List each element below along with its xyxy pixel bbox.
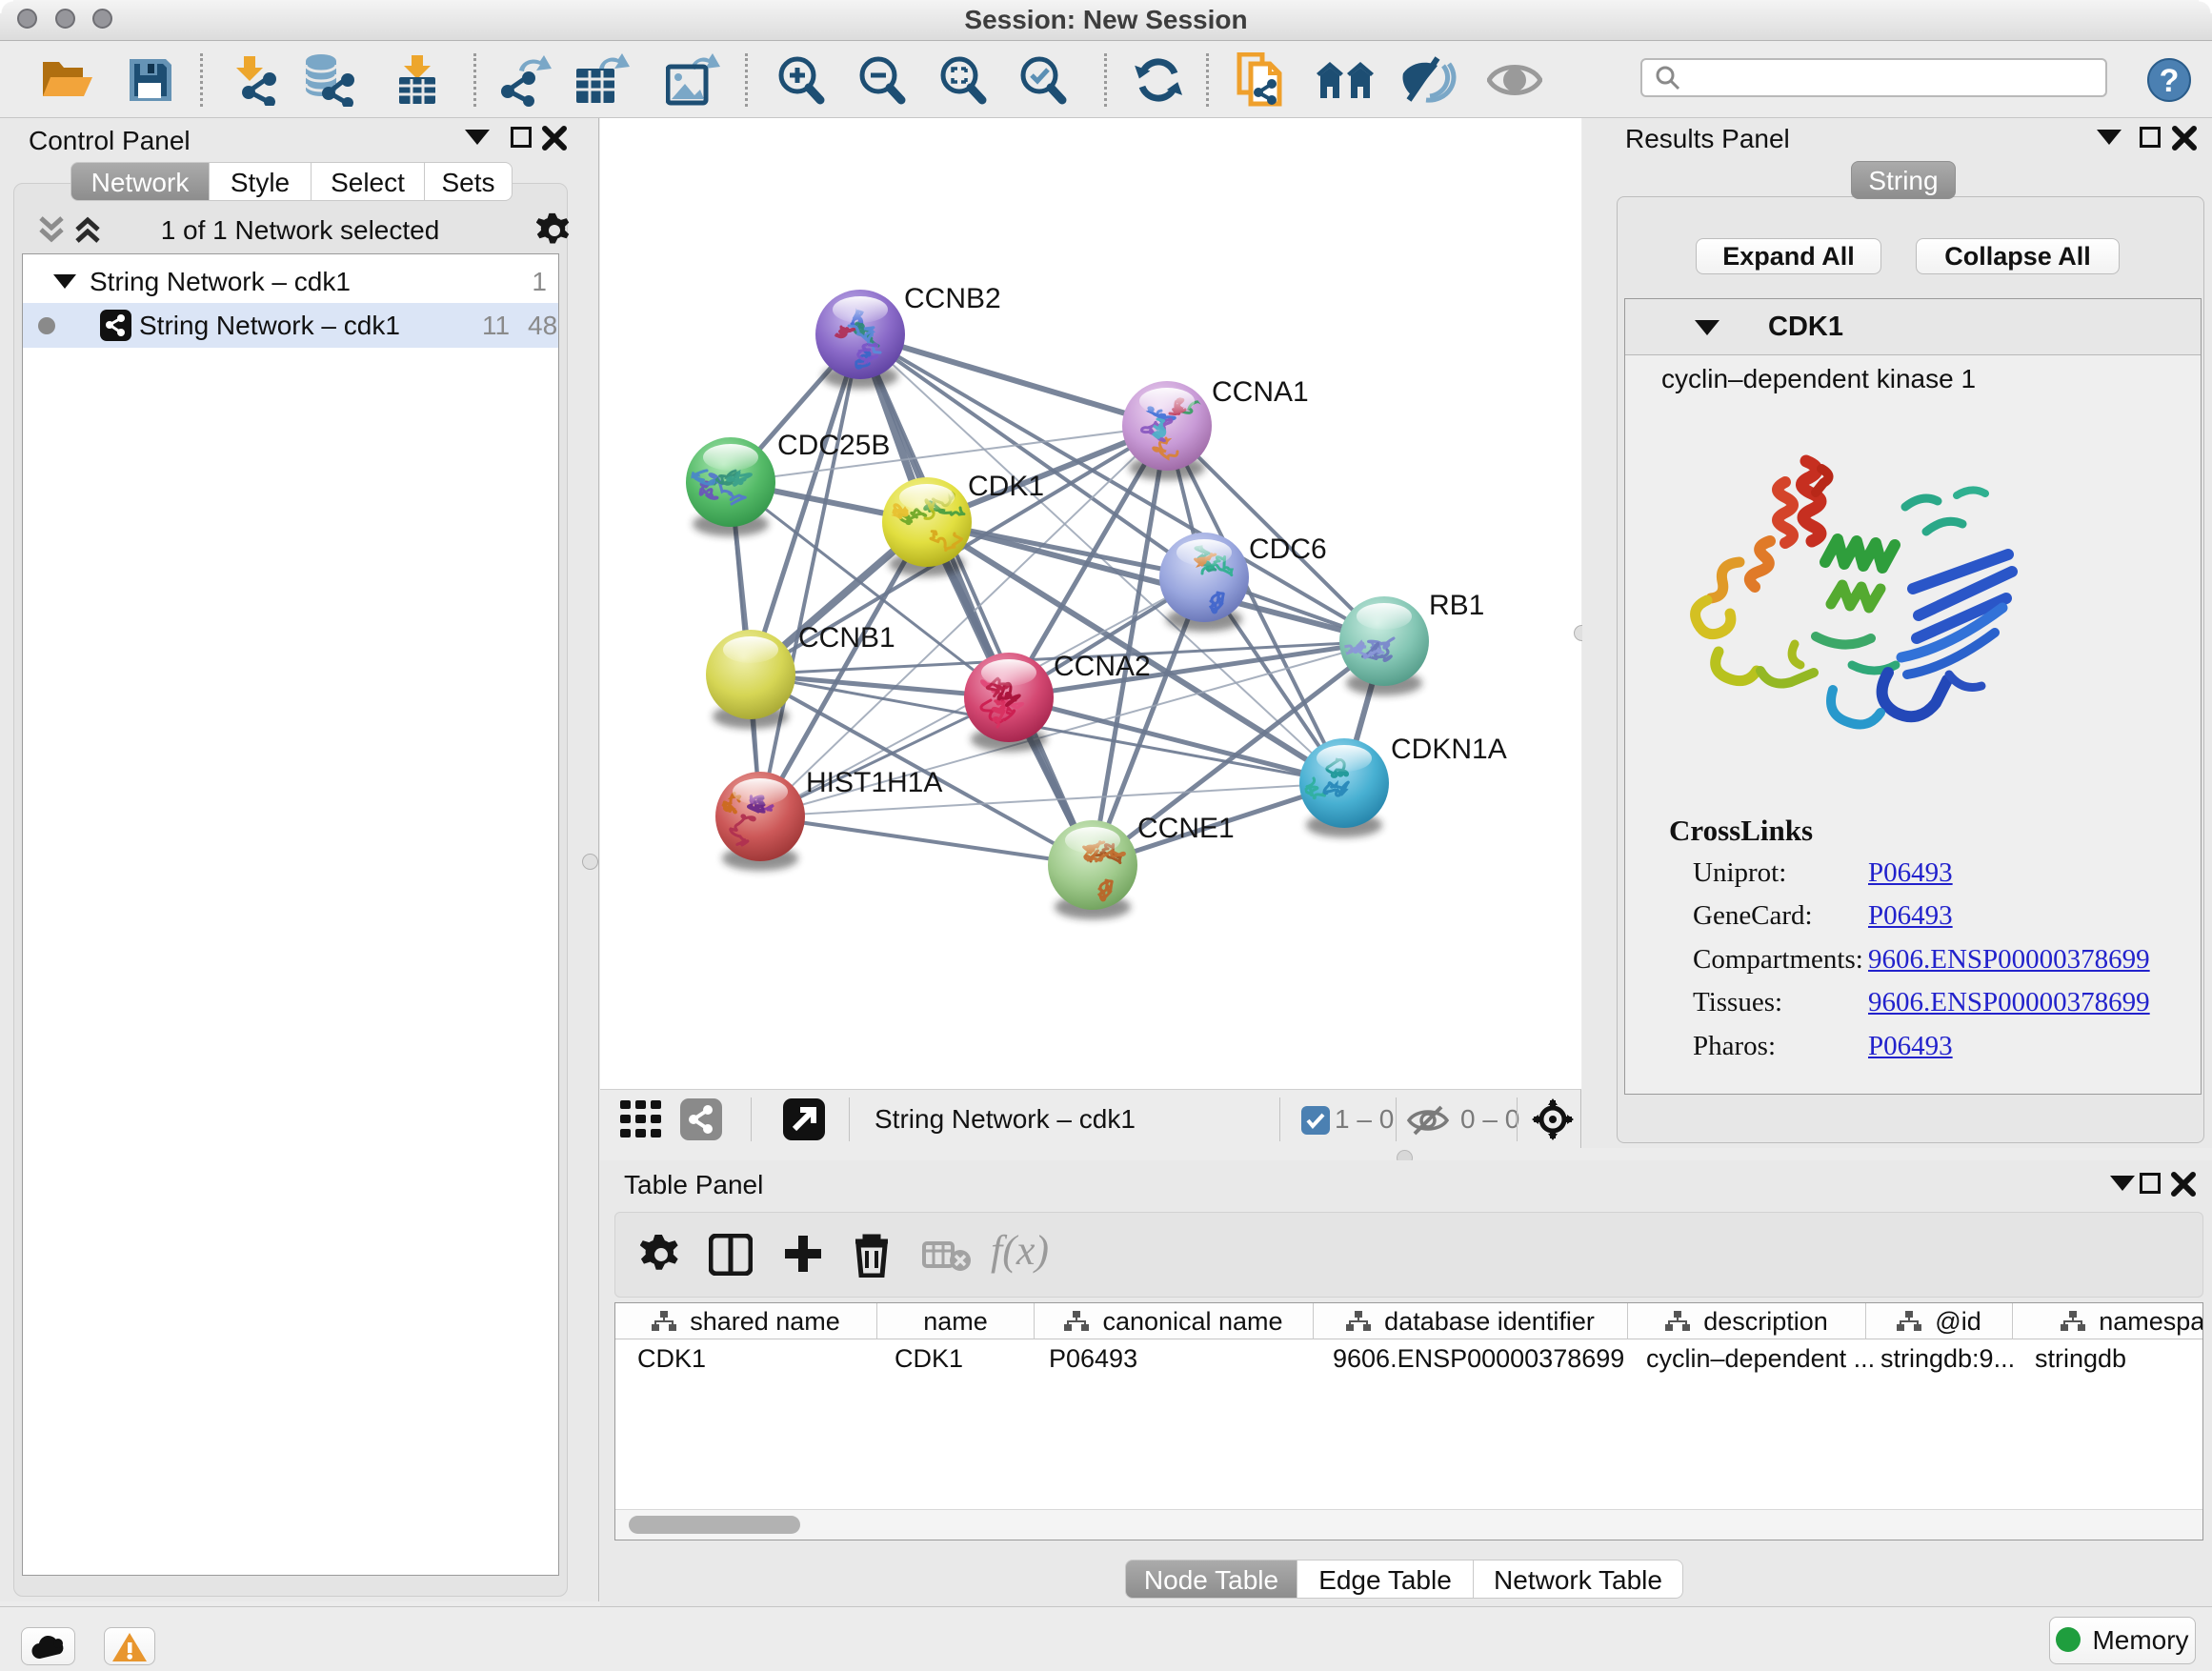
svg-text:CCNA1: CCNA1: [1212, 376, 1309, 408]
svg-text:CCNA2: CCNA2: [1054, 651, 1151, 682]
svg-text:CDC6: CDC6: [1249, 534, 1327, 565]
svg-text:RB1: RB1: [1429, 590, 1484, 621]
svg-text:CCNE1: CCNE1: [1137, 813, 1235, 844]
svg-text:CDC25B: CDC25B: [777, 430, 890, 461]
svg-text:CCNB1: CCNB1: [798, 622, 895, 654]
svg-text:CDKN1A: CDKN1A: [1391, 734, 1507, 765]
svg-text:CCNB2: CCNB2: [904, 283, 1001, 314]
svg-text:CDK1: CDK1: [968, 471, 1044, 502]
svg-text:HIST1H1A: HIST1H1A: [806, 767, 942, 798]
